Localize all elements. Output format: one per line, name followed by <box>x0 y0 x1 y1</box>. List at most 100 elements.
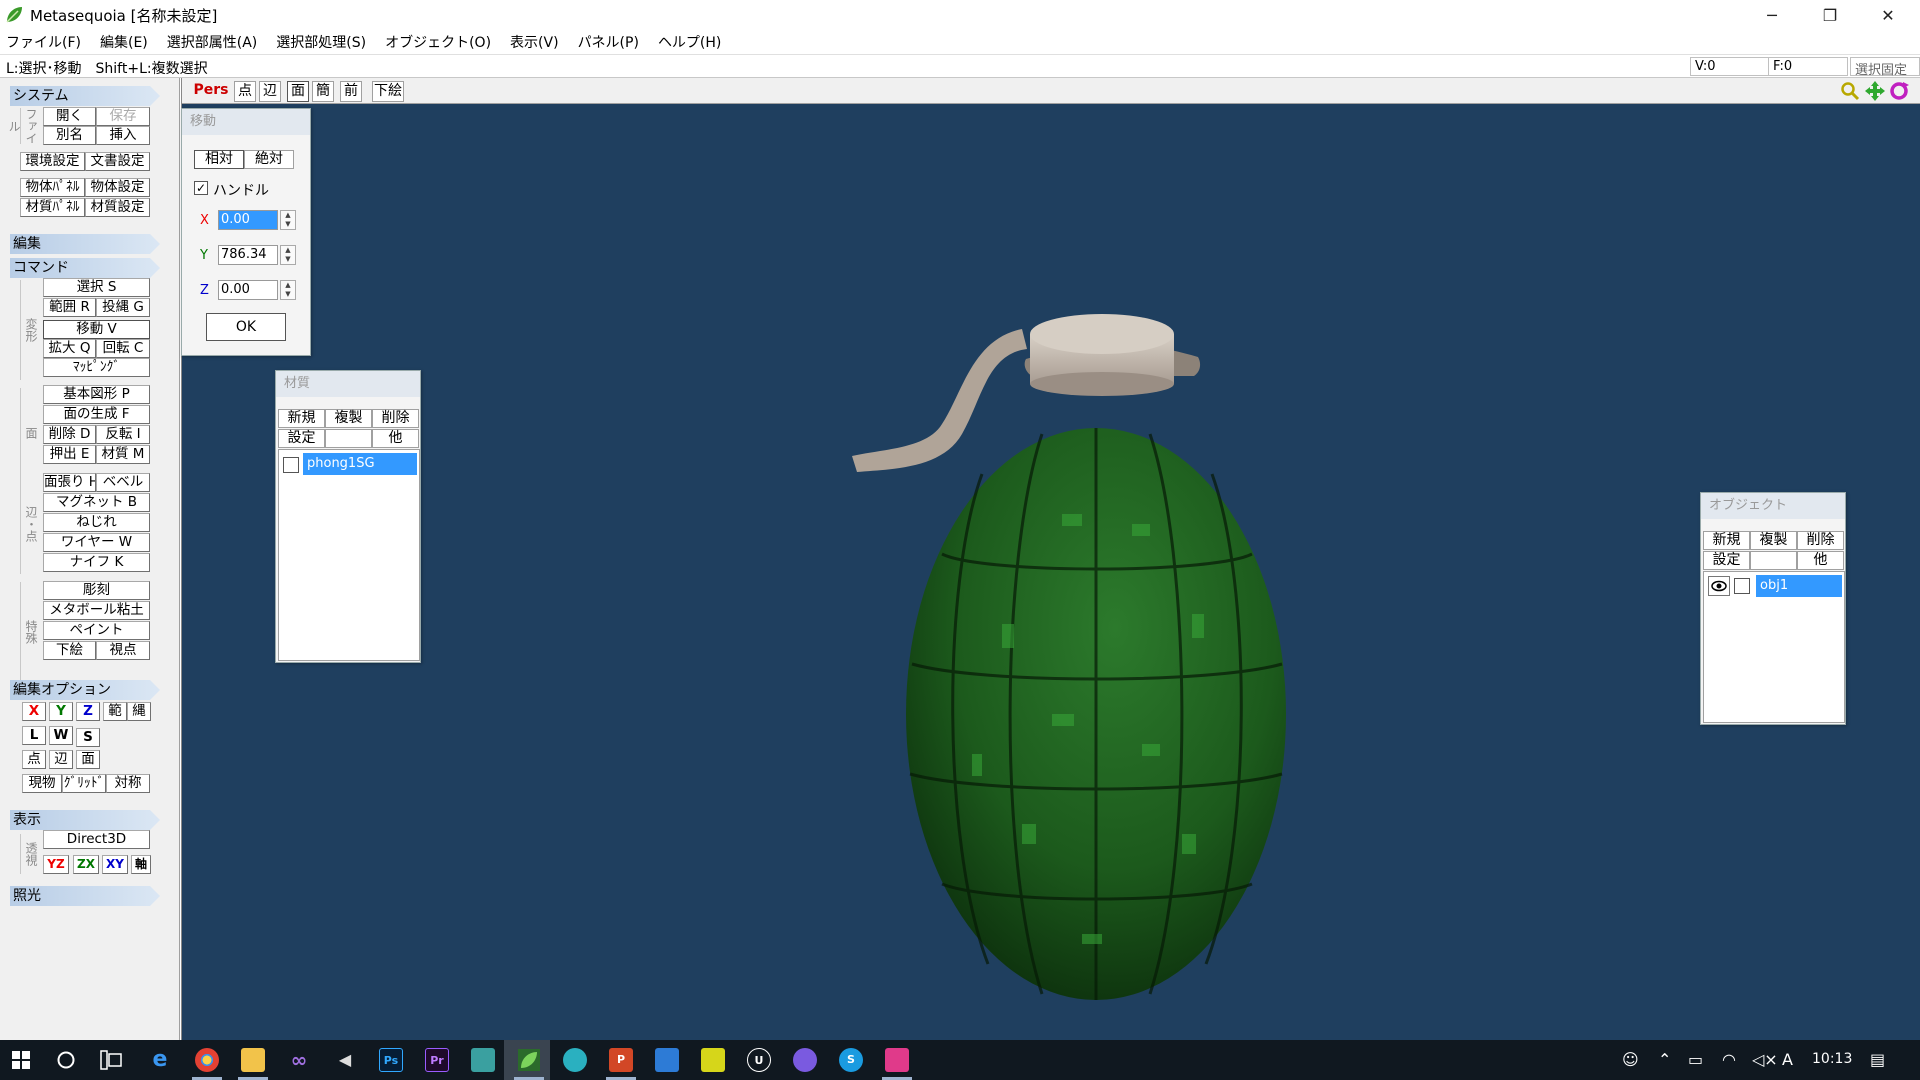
minimize-button[interactable]: ─ <box>1743 0 1801 30</box>
edge-browser-icon[interactable]: e <box>148 1048 172 1072</box>
ime-indicator[interactable]: A <box>1782 1050 1793 1069</box>
bevel-button[interactable]: ベベル <box>96 473 150 492</box>
open-button[interactable]: 開く <box>43 107 96 126</box>
view-zx-button[interactable]: ZX <box>73 855 99 874</box>
grid-toggle[interactable]: ｸﾞﾘｯﾄﾞ <box>62 774 106 793</box>
relative-button[interactable]: 相対 <box>194 150 244 169</box>
x-input[interactable]: 0.00 <box>218 210 278 230</box>
new-material-button[interactable]: 新規 <box>278 409 325 428</box>
show-edges-toggle[interactable]: 辺 <box>259 81 281 102</box>
range-button[interactable]: 範囲 R <box>43 298 96 317</box>
photo-app-icon[interactable] <box>471 1048 495 1072</box>
app-yellow-icon[interactable] <box>701 1048 725 1072</box>
scale-button[interactable]: 拡大 Q <box>43 339 96 358</box>
z-input[interactable]: 0.00 <box>218 280 278 300</box>
maximize-button[interactable]: ❐ <box>1801 0 1859 30</box>
view-xy-button[interactable]: XY <box>102 855 128 874</box>
absolute-button[interactable]: 絶対 <box>244 150 294 169</box>
section-lighting[interactable]: 照光 <box>10 886 160 906</box>
app-purple-icon[interactable] <box>793 1048 817 1072</box>
eye-icon[interactable] <box>1708 576 1730 596</box>
material-other-button[interactable]: 他 <box>372 429 419 448</box>
section-edit-option[interactable]: 編集オプション <box>10 680 160 700</box>
people-icon[interactable]: ☺ <box>1622 1050 1639 1069</box>
clock[interactable]: 10:13 <box>1812 1051 1852 1067</box>
windows-start-icon[interactable] <box>12 1051 30 1069</box>
show-faces-toggle[interactable]: 面 <box>287 81 309 102</box>
metasequoia-taskbar-icon[interactable] <box>517 1048 541 1072</box>
screen-toggle[interactable]: S <box>76 728 100 747</box>
magnet-button[interactable]: マグネット B <box>43 493 150 512</box>
media-icon[interactable]: ◀ <box>333 1048 357 1072</box>
x-spinner[interactable]: ▲ ▼ <box>280 210 296 230</box>
delete-material-button[interactable]: 削除 <box>372 409 419 428</box>
metaball-button[interactable]: メタボール粘土 <box>43 601 150 620</box>
extrude-button[interactable]: 押出 E <box>43 445 96 464</box>
menu-view[interactable]: 表示(V) <box>510 32 559 52</box>
ok-button[interactable]: OK <box>206 313 286 341</box>
chrome-icon[interactable] <box>195 1048 219 1072</box>
skype-icon[interactable]: S <box>839 1048 863 1072</box>
doc-settings-button[interactable]: 文書設定 <box>85 152 150 171</box>
object-settings-button[interactable]: 設定 <box>1703 551 1750 570</box>
local-toggle[interactable]: L <box>22 726 46 745</box>
mapping-button[interactable]: ﾏｯﾋﾟﾝｸﾞ <box>43 358 150 377</box>
new-object-button[interactable]: 新規 <box>1703 531 1750 550</box>
facet-button[interactable]: 面張り H <box>43 473 96 492</box>
menu-object[interactable]: オブジェクト(O) <box>385 32 491 52</box>
menu-selection-proc[interactable]: 選択部処理(S) <box>276 32 366 52</box>
knife-button[interactable]: ナイフ K <box>43 553 150 572</box>
edge-toggle[interactable]: 辺 <box>49 750 73 769</box>
menu-selection-attr[interactable]: 選択部属性(A) <box>167 32 258 52</box>
save-as-button[interactable]: 別名 <box>43 126 96 145</box>
list-item[interactable]: obj1 <box>1756 575 1842 597</box>
view-yz-button[interactable]: YZ <box>43 855 69 874</box>
z-spinner[interactable]: ▲ ▼ <box>280 280 296 300</box>
wifi-icon[interactable]: ◠ <box>1722 1050 1736 1069</box>
lasso-toggle[interactable]: 縄 <box>127 702 151 721</box>
visual-studio-icon[interactable]: ∞ <box>287 1048 311 1072</box>
material-list[interactable]: phong1SG <box>278 449 420 661</box>
section-system[interactable]: システム <box>10 86 160 106</box>
chevron-up-icon[interactable]: ⌃ <box>1658 1050 1671 1069</box>
material-button[interactable]: 材質 M <box>96 445 150 464</box>
object-settings-button[interactable]: 物体設定 <box>85 178 150 197</box>
wire-button[interactable]: ワイヤー W <box>43 533 150 552</box>
flip-button[interactable]: 反転 I <box>96 425 150 444</box>
object-list[interactable]: obj1 <box>1703 571 1845 723</box>
object-other-button[interactable]: 他 <box>1797 551 1844 570</box>
powerpoint-icon[interactable]: P <box>609 1048 633 1072</box>
delete-button[interactable]: 削除 D <box>43 425 96 444</box>
zoom-icon[interactable] <box>1840 81 1860 101</box>
object-blank-button[interactable] <box>1750 551 1797 570</box>
viewport[interactable]: Pers 点 辺 面 簡 前 下絵 <box>181 78 1920 1040</box>
close-button[interactable]: ✕ <box>1859 0 1917 30</box>
twist-button[interactable]: ねじれ <box>43 513 150 532</box>
axis-y-toggle[interactable]: Y <box>49 702 73 721</box>
duplicate-material-button[interactable]: 複製 <box>325 409 372 428</box>
show-points-toggle[interactable]: 点 <box>234 81 256 102</box>
material-panel-title[interactable]: 材質 <box>276 371 420 397</box>
volume-icon[interactable]: ◁× <box>1752 1050 1778 1069</box>
material-color-swatch[interactable] <box>283 457 299 473</box>
move-panel-title[interactable]: 移動 <box>182 109 310 135</box>
face-toggle[interactable]: 面 <box>76 750 100 769</box>
material-blank-button[interactable] <box>325 429 372 448</box>
current-object-toggle[interactable]: 現物 <box>22 774 62 793</box>
object-panel-title[interactable]: オブジェクト <box>1701 493 1845 519</box>
material-settings-button[interactable]: 材質設定 <box>85 198 150 217</box>
underlay-toggle[interactable]: 下絵 <box>372 81 404 102</box>
point-toggle[interactable]: 点 <box>22 750 46 769</box>
select-button[interactable]: 選択 S <box>43 278 150 297</box>
rotate-view-icon[interactable] <box>1888 80 1910 102</box>
insert-button[interactable]: 挿入 <box>96 126 150 145</box>
material-settings-button[interactable]: 設定 <box>278 429 325 448</box>
underlay-button[interactable]: 下絵 <box>43 641 96 660</box>
section-edit[interactable]: 編集 <box>10 234 160 254</box>
duplicate-object-button[interactable]: 複製 <box>1750 531 1797 550</box>
menu-panel[interactable]: パネル(P) <box>578 32 639 52</box>
y-spinner[interactable]: ▲ ▼ <box>280 245 296 265</box>
notifications-icon[interactable]: ▤ <box>1870 1050 1885 1069</box>
symmetry-toggle[interactable]: 対称 <box>106 774 150 793</box>
sculpt-button[interactable]: 彫刻 <box>43 581 150 600</box>
